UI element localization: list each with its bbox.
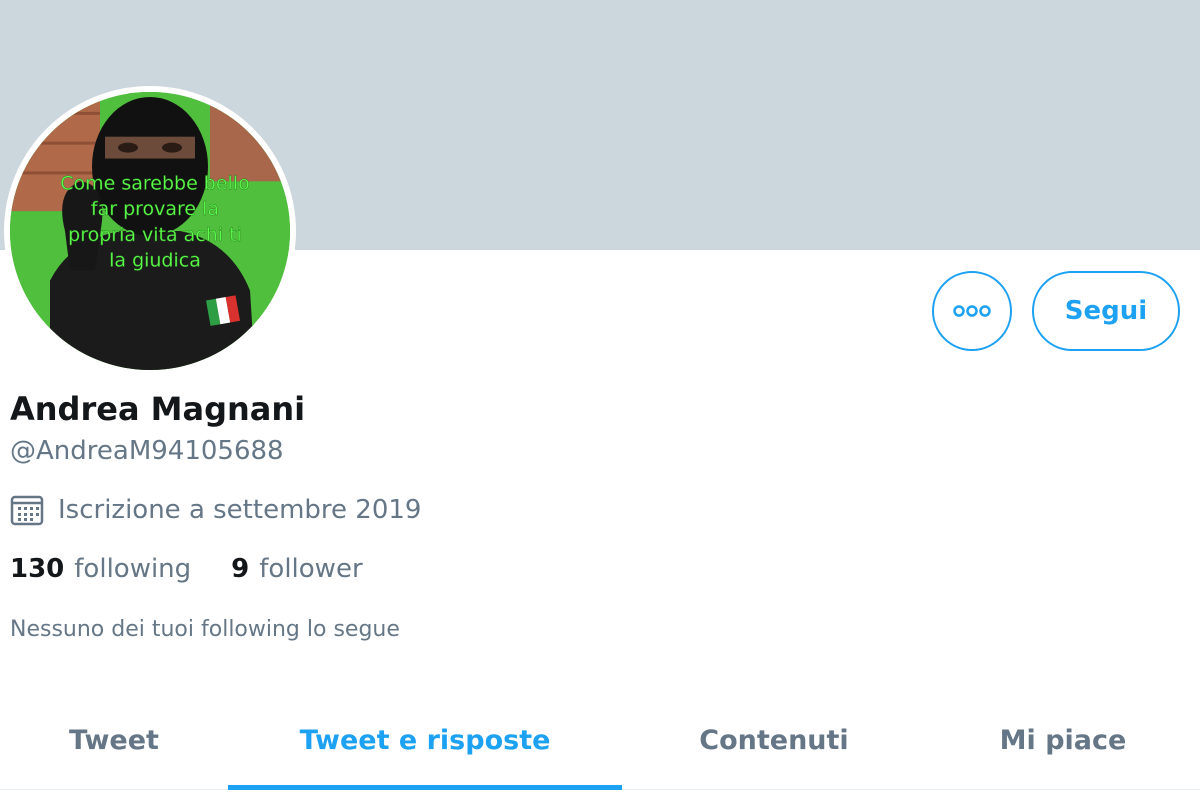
- avatar-image: Come sarebbe bello far provare la propri…: [10, 92, 290, 370]
- join-date: Iscrizione a settembre 2019: [10, 494, 421, 526]
- avatar-text-line-3: propria vita achi ti: [68, 224, 242, 246]
- avatar-text-line-2: far provare la: [91, 198, 219, 220]
- avatar-illustration: Come sarebbe bello far provare la propri…: [10, 92, 290, 370]
- following-label: following: [74, 554, 192, 584]
- avatar-text-line-1: Come sarebbe bello: [60, 172, 249, 194]
- active-tab-indicator: [228, 785, 622, 790]
- username-handle: @AndreaM94105688: [10, 436, 284, 466]
- following-stat[interactable]: 130 following: [10, 554, 191, 584]
- follower-count: 9: [231, 554, 250, 584]
- profile-page: Come sarebbe bello far provare la propri…: [0, 0, 1200, 800]
- more-options-button[interactable]: [932, 271, 1012, 351]
- following-count: 130: [10, 554, 65, 584]
- follower-stat[interactable]: 9 follower: [231, 554, 362, 584]
- profile-tabs: Tweet Tweet e risposte Contenuti Mi piac…: [0, 690, 1200, 790]
- join-date-text: Iscrizione a settembre 2019: [58, 495, 422, 525]
- followed-by-note: Nessuno dei tuoi following lo segue: [10, 617, 400, 642]
- more-horizontal-icon: [953, 305, 991, 317]
- follow-button[interactable]: Segui: [1032, 271, 1180, 351]
- follower-label: follower: [259, 554, 363, 584]
- tab-contenuti[interactable]: Contenuti: [622, 690, 926, 790]
- display-name: Andrea Magnani: [10, 390, 306, 428]
- profile-avatar[interactable]: Come sarebbe bello far provare la propri…: [4, 86, 296, 376]
- tab-tweet-e-risposte[interactable]: Tweet e risposte: [228, 690, 622, 790]
- tab-tweet[interactable]: Tweet: [0, 690, 228, 790]
- profile-stats: 130 following 9 follower: [10, 554, 363, 584]
- avatar-text-line-4: la giudica: [109, 250, 201, 272]
- tab-mi-piace[interactable]: Mi piace: [926, 690, 1200, 790]
- calendar-icon: [10, 495, 44, 526]
